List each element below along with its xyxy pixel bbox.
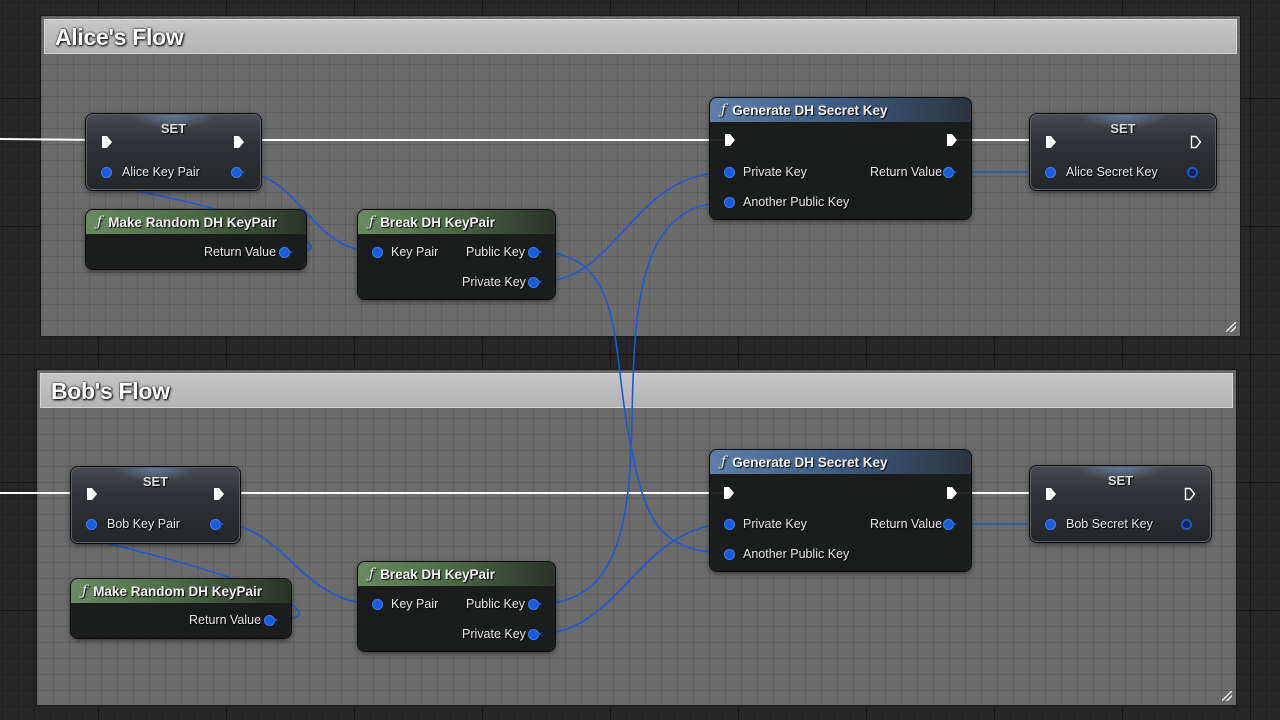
bob-random-return-pin[interactable] <box>264 615 278 626</box>
node-header[interactable]: ƒ Break DH KeyPair <box>358 562 555 586</box>
private-key-label: Private Key <box>462 275 526 289</box>
alice-generate-another-public-key-pin[interactable] <box>724 197 735 208</box>
set-node-title: SET <box>160 121 187 136</box>
alice-key-pair-in-pin[interactable] <box>101 167 112 178</box>
exec-in-pin-icon[interactable] <box>724 133 736 147</box>
alice-generate-dh-secret-key-node[interactable]: ƒ Generate DH Secret Key Private Key Ret… <box>710 98 971 219</box>
bob-break-key-pair-in-pin[interactable] <box>372 599 383 610</box>
alice-private-key-out-pin[interactable] <box>528 277 542 288</box>
bob-generate-return-pin[interactable] <box>943 519 957 530</box>
bob-generate-dh-secret-key-node[interactable]: ƒ Generate DH Secret Key Private Key Ret… <box>710 450 971 571</box>
alice-secret-key-label: Alice Secret Key <box>1066 165 1158 179</box>
key-pair-label: Key Pair <box>391 245 439 259</box>
alice-break-key-pair-in-pin[interactable] <box>372 247 383 258</box>
another-public-key-label: Another Public Key <box>743 547 850 561</box>
exec-in-pin-icon[interactable] <box>101 135 113 149</box>
function-f-icon: ƒ <box>97 214 103 230</box>
node-title: Generate DH Secret Key <box>732 102 888 118</box>
node-header[interactable]: ƒ Generate DH Secret Key <box>710 450 971 474</box>
bob-set-key-pair-node[interactable]: SET Bob Key Pair <box>71 467 240 543</box>
return-value-label: Return Value <box>870 517 943 531</box>
exec-out-pin-hollow-icon[interactable] <box>1190 135 1202 149</box>
function-f-icon: ƒ <box>721 102 727 118</box>
bob-generate-private-key-pin[interactable] <box>724 519 735 530</box>
key-pair-label: Key Pair <box>391 597 439 611</box>
alice-make-random-dh-keypair-node[interactable]: ƒ Make Random DH KeyPair Return Value <box>86 210 306 269</box>
bob-secret-key-label: Bob Secret Key <box>1066 517 1153 531</box>
bob-key-pair-label: Bob Key Pair <box>107 517 180 531</box>
exec-out-pin-hollow-icon[interactable] <box>1184 487 1196 501</box>
return-value-label: Return Value <box>204 245 277 259</box>
node-header[interactable]: ƒ Make Random DH KeyPair <box>71 579 291 603</box>
exec-out-pin-icon[interactable] <box>946 133 958 147</box>
comment-title-alice: Alice's Flow <box>55 24 184 50</box>
return-value-label: Return Value <box>189 613 262 627</box>
public-key-label: Public Key <box>466 597 526 611</box>
bob-key-pair-in-pin[interactable] <box>86 519 97 530</box>
exec-out-pin-icon[interactable] <box>946 486 958 500</box>
set-node-title: SET <box>1107 473 1134 488</box>
node-header[interactable]: ƒ Generate DH Secret Key <box>710 98 971 122</box>
exec-in-pin-icon[interactable] <box>723 486 735 500</box>
alice-generate-return-pin[interactable] <box>943 167 957 178</box>
bob-break-dh-keypair-node[interactable]: ƒ Break DH KeyPair Key Pair Public Key P… <box>358 562 555 651</box>
alice-secret-key-in-pin[interactable] <box>1045 167 1056 178</box>
alice-generate-private-key-pin[interactable] <box>724 167 735 178</box>
return-value-label: Return Value <box>870 165 943 179</box>
exec-in-pin-icon[interactable] <box>86 487 98 501</box>
bob-set-secret-key-node[interactable]: SET Bob Secret Key <box>1030 466 1211 542</box>
exec-out-pin-icon[interactable] <box>233 135 245 149</box>
public-key-label: Public Key <box>466 245 526 259</box>
private-key-label: Private Key <box>743 517 807 531</box>
function-f-icon: ƒ <box>82 583 88 599</box>
private-key-label: Private Key <box>743 165 807 179</box>
alice-secret-key-out-pin[interactable] <box>1187 167 1198 178</box>
resize-grip-icon[interactable] <box>1222 691 1232 701</box>
bob-key-pair-out-pin[interactable] <box>210 519 224 530</box>
exec-in-pin-icon[interactable] <box>1045 487 1057 501</box>
bob-secret-key-out-pin[interactable] <box>1181 519 1192 530</box>
node-title: Break DH KeyPair <box>380 566 495 582</box>
another-public-key-label: Another Public Key <box>743 195 850 209</box>
alice-break-dh-keypair-node[interactable]: ƒ Break DH KeyPair Key Pair Public Key P… <box>358 210 555 299</box>
function-f-icon: ƒ <box>369 566 375 582</box>
alice-public-key-out-pin[interactable] <box>528 247 542 258</box>
comment-header-alice[interactable]: Alice's Flow <box>44 19 1237 54</box>
alice-set-secret-key-node[interactable]: SET Alice Secret Key <box>1030 114 1216 190</box>
alice-set-key-pair-node[interactable]: SET Alice Key Pair <box>86 114 261 190</box>
set-node-title: SET <box>1110 121 1136 136</box>
node-title: Break DH KeyPair <box>380 214 495 230</box>
node-title: Generate DH Secret Key <box>732 454 888 470</box>
private-key-label: Private Key <box>462 627 526 641</box>
function-f-icon: ƒ <box>369 214 375 230</box>
alice-key-pair-out-pin[interactable] <box>231 167 245 178</box>
node-header[interactable]: ƒ Break DH KeyPair <box>358 210 555 234</box>
node-title: Make Random DH KeyPair <box>93 583 262 599</box>
function-f-icon: ƒ <box>721 454 727 470</box>
alice-key-pair-label: Alice Key Pair <box>122 165 200 179</box>
node-title: Make Random DH KeyPair <box>108 214 277 230</box>
node-header[interactable]: ƒ Make Random DH KeyPair <box>86 210 306 234</box>
bob-generate-another-public-key-pin[interactable] <box>724 549 735 560</box>
comment-header-bob[interactable]: Bob's Flow <box>40 373 1233 408</box>
resize-grip-icon[interactable] <box>1226 322 1236 332</box>
comment-title-bob: Bob's Flow <box>51 378 170 404</box>
bob-make-random-dh-keypair-node[interactable]: ƒ Make Random DH KeyPair Return Value <box>71 579 291 638</box>
bob-secret-key-in-pin[interactable] <box>1045 519 1056 530</box>
bob-public-key-out-pin[interactable] <box>528 599 542 610</box>
bob-private-key-out-pin[interactable] <box>528 629 542 640</box>
alice-random-return-pin[interactable] <box>279 247 293 258</box>
exec-in-pin-icon[interactable] <box>1045 135 1057 149</box>
exec-out-pin-icon[interactable] <box>213 487 225 501</box>
